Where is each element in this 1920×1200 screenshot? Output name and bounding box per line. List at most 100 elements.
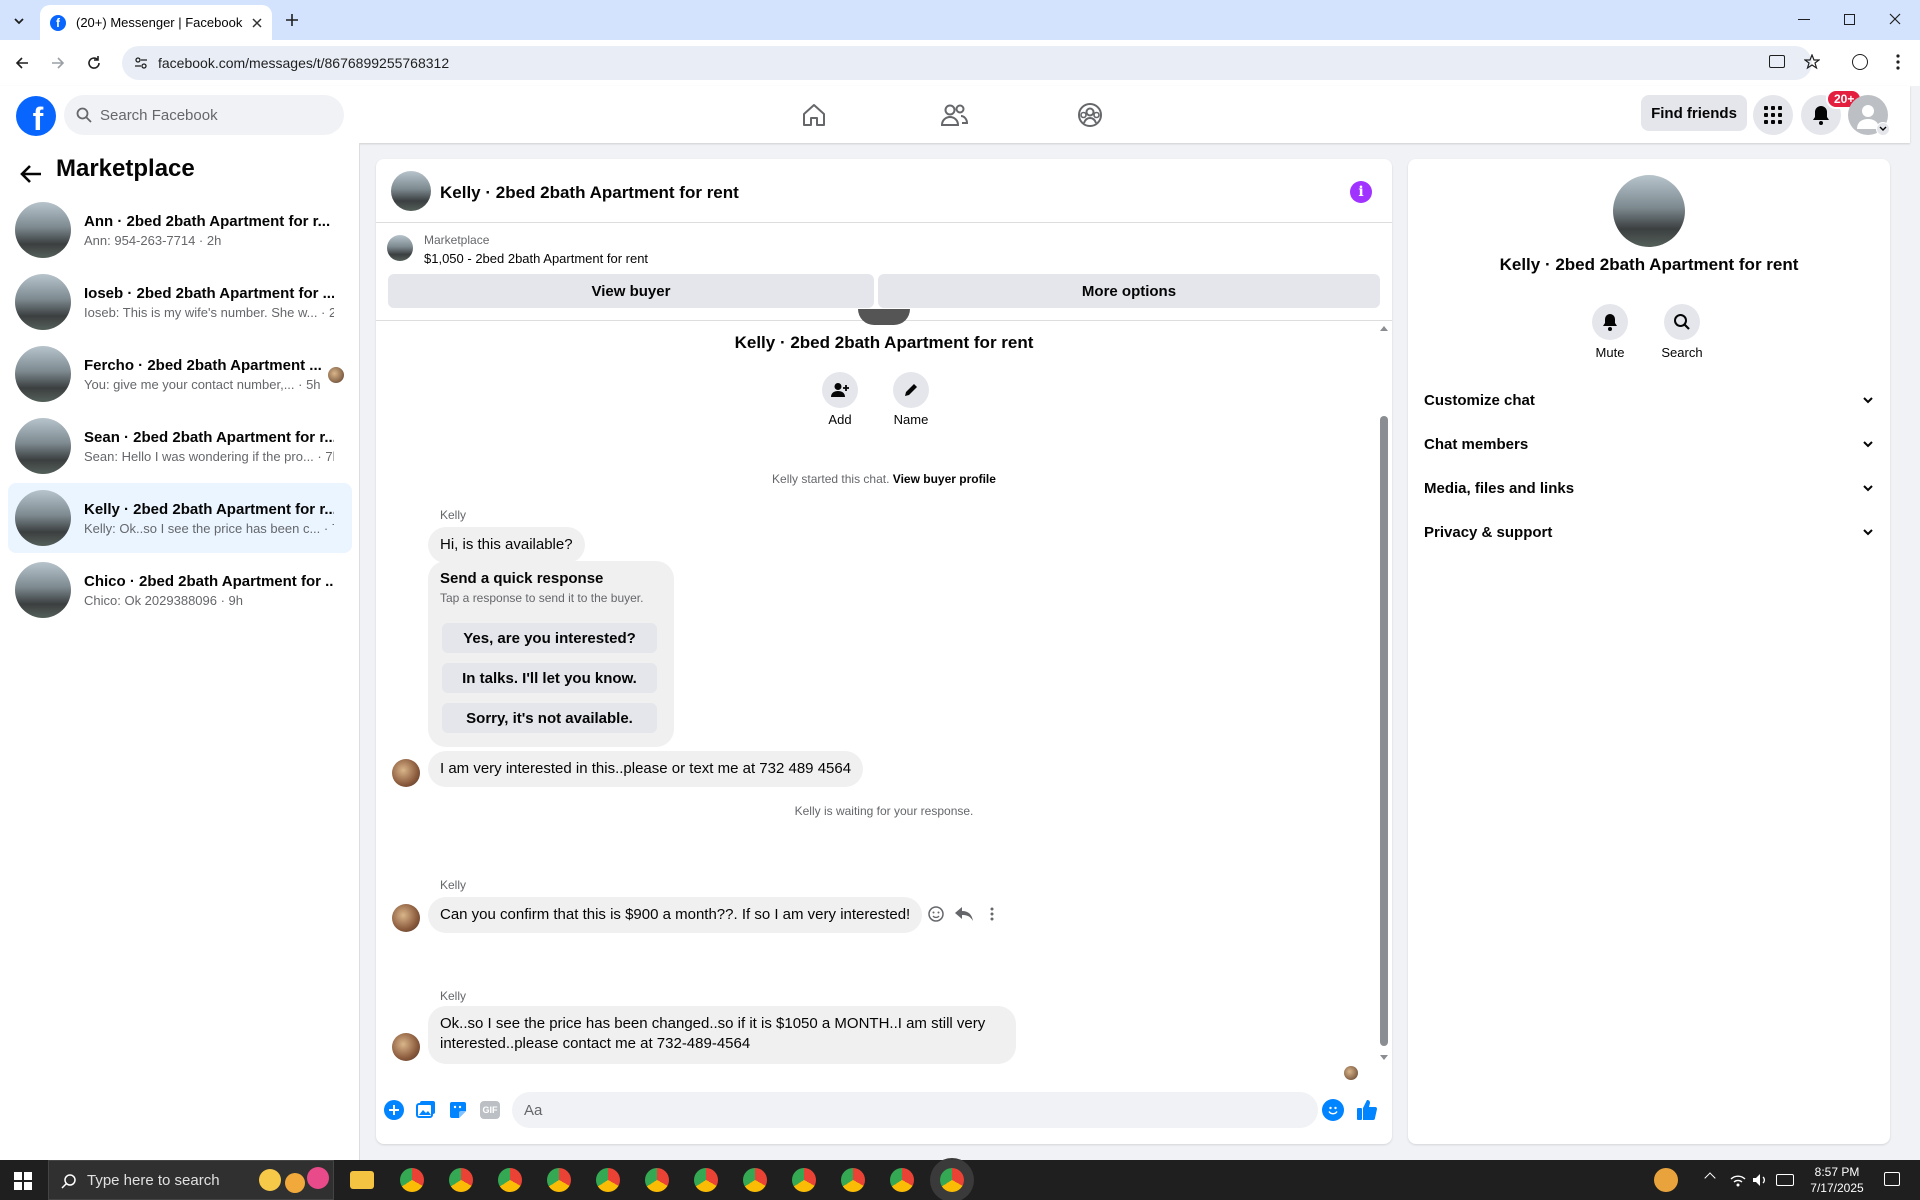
sender-avatar[interactable]: [392, 759, 420, 787]
attach-photo-icon[interactable]: [416, 1100, 436, 1120]
listing-thumbnail: [15, 418, 71, 474]
conversation-item[interactable]: Chico · 2bed 2bath Apartment for ... Chic…: [8, 555, 352, 625]
sender-name: Kelly: [440, 508, 467, 522]
conversation-item-active[interactable]: Kelly · 2bed 2bath Apartment for r... Kel…: [8, 483, 352, 553]
chrome-active-icon[interactable]: [940, 1168, 964, 1192]
search-icon: [61, 1174, 76, 1189]
gif-icon[interactable]: GIF: [480, 1101, 500, 1119]
system-clock[interactable]: 8:57 PM 7/17/2025: [1800, 1164, 1874, 1196]
back-icon[interactable]: [12, 53, 32, 73]
edit-name-icon[interactable]: [893, 372, 929, 408]
weather-icon[interactable]: [1654, 1168, 1678, 1192]
reply-icon[interactable]: [954, 904, 974, 924]
add-member-icon[interactable]: [822, 372, 858, 408]
window-restore-icon[interactable]: [1844, 14, 1855, 25]
chrome-profile-icon[interactable]: [645, 1168, 669, 1192]
chrome-profile-icon[interactable]: [596, 1168, 620, 1192]
reload-icon[interactable]: [84, 53, 104, 73]
taskbar-search-input[interactable]: Type here to search: [48, 1160, 334, 1200]
facebook-top-nav: f Search Facebook Find friends 20+: [0, 86, 1910, 143]
url-bar[interactable]: facebook.com/messages/t/8676899255768312: [122, 46, 1812, 80]
conversation-item[interactable]: Ioseb · 2bed 2bath Apartment for ... Iose…: [8, 267, 352, 337]
menu-grid-icon[interactable]: [1753, 95, 1793, 135]
chrome-profile-icon[interactable]: [400, 1168, 424, 1192]
install-app-icon[interactable]: [1769, 55, 1785, 68]
file-explorer-icon[interactable]: [350, 1171, 374, 1189]
facebook-search-input[interactable]: Search Facebook: [64, 95, 344, 135]
window-minimize-icon[interactable]: [1798, 19, 1810, 20]
facebook-logo-icon[interactable]: f: [16, 96, 56, 136]
chrome-profile-icon[interactable]: [841, 1168, 865, 1192]
sender-avatar[interactable]: [392, 904, 420, 932]
back-arrow-icon[interactable]: [18, 161, 44, 187]
chrome-profile-icon[interactable]: [890, 1168, 914, 1192]
forward-icon[interactable]: [48, 53, 68, 73]
browser-tab-active[interactable]: f (20+) Messenger | Facebook: [40, 5, 272, 40]
groups-icon[interactable]: [1074, 99, 1106, 131]
site-info-icon[interactable]: [134, 56, 148, 70]
sender-avatar[interactable]: [392, 1033, 420, 1061]
profile-icon[interactable]: [1852, 54, 1868, 70]
like-thumbs-up-icon[interactable]: [1354, 1097, 1380, 1123]
conversation-item[interactable]: Sean · 2bed 2bath Apartment for r... Sean…: [8, 411, 352, 481]
message-input[interactable]: Aa: [512, 1092, 1318, 1128]
view-buyer-profile-link[interactable]: View buyer profile: [893, 472, 996, 486]
browser-menu-icon[interactable]: [1888, 52, 1908, 72]
messages-scrollbar[interactable]: [1380, 326, 1388, 1061]
chrome-profile-icon[interactable]: [498, 1168, 522, 1192]
react-emoji-icon[interactable]: [926, 904, 946, 924]
message-bubble[interactable]: Can you confirm that this is $900 a mont…: [428, 897, 923, 933]
friends-icon[interactable]: [938, 99, 970, 131]
sticker-icon[interactable]: [448, 1100, 468, 1120]
account-chevron-icon[interactable]: [1876, 122, 1890, 136]
view-buyer-button[interactable]: View buyer: [388, 274, 874, 308]
chrome-profile-icon[interactable]: [694, 1168, 718, 1192]
privacy-support-section[interactable]: Privacy & support: [1424, 514, 1874, 550]
more-actions-plus-icon[interactable]: [384, 1100, 404, 1120]
chrome-profile-icon[interactable]: [449, 1168, 473, 1192]
conversation-item[interactable]: Fercho · 2bed 2bath Apartment ... You: gi…: [8, 339, 352, 409]
tray-chevron-icon[interactable]: [1704, 1172, 1716, 1184]
emoji-picker-icon[interactable]: [1322, 1099, 1344, 1121]
quick-response-button[interactable]: Yes, are you interested?: [442, 623, 657, 653]
search-in-chat-icon[interactable]: [1664, 304, 1700, 340]
scroll-down-icon[interactable]: [1380, 1055, 1388, 1060]
new-tab-icon[interactable]: [282, 10, 302, 30]
keyboard-icon[interactable]: [1776, 1174, 1794, 1186]
quick-response-button[interactable]: In talks. I'll let you know.: [442, 663, 657, 693]
scrollbar-thumb[interactable]: [1380, 416, 1388, 1046]
mute-bell-icon[interactable]: [1592, 304, 1628, 340]
conversation-name: Ioseb · 2bed 2bath Apartment for ...: [84, 284, 334, 302]
bookmark-star-icon[interactable]: [1802, 52, 1822, 72]
chat-title[interactable]: Kelly · 2bed 2bath Apartment for rent: [440, 183, 739, 203]
windows-start-icon[interactable]: [12, 1170, 34, 1192]
close-tab-icon[interactable]: [252, 17, 262, 28]
conversation-item[interactable]: Ann · 2bed 2bath Apartment for r... Ann: …: [8, 195, 352, 265]
notification-center-icon[interactable]: [1884, 1172, 1900, 1186]
chat-members-section[interactable]: Chat members: [1424, 426, 1874, 462]
conversation-info-icon[interactable]: i: [1350, 181, 1372, 203]
window-close-icon[interactable]: [1888, 12, 1902, 26]
customize-chat-section[interactable]: Customize chat: [1424, 382, 1874, 418]
quick-response-button[interactable]: Sorry, it's not available.: [442, 703, 657, 733]
listing-title[interactable]: $1,050 - 2bed 2bath Apartment for rent: [424, 251, 648, 266]
chrome-profile-icon[interactable]: [743, 1168, 767, 1192]
scroll-up-icon[interactable]: [1380, 326, 1388, 331]
more-actions-icon[interactable]: [982, 904, 1002, 924]
volume-icon[interactable]: [1750, 1170, 1770, 1190]
network-icon[interactable]: [1728, 1170, 1748, 1190]
tab-search-icon[interactable]: [8, 10, 30, 32]
message-bubble[interactable]: Hi, is this available?: [428, 527, 585, 563]
chrome-profile-icon[interactable]: [547, 1168, 571, 1192]
media-files-links-section[interactable]: Media, files and links: [1424, 470, 1874, 506]
message-bubble[interactable]: Ok..so I see the price has been changed.…: [428, 1006, 1016, 1064]
emoji-decoration-icon: [307, 1167, 329, 1189]
chevron-down-icon: [1863, 441, 1873, 448]
message-bubble[interactable]: I am very interested in this..please or …: [428, 751, 864, 787]
details-avatar[interactable]: [1613, 175, 1685, 247]
home-icon[interactable]: [798, 99, 830, 131]
find-friends-button[interactable]: Find friends: [1641, 95, 1747, 131]
chat-avatar[interactable]: [391, 171, 431, 211]
chrome-profile-icon[interactable]: [792, 1168, 816, 1192]
more-options-button[interactable]: More options: [878, 274, 1380, 308]
